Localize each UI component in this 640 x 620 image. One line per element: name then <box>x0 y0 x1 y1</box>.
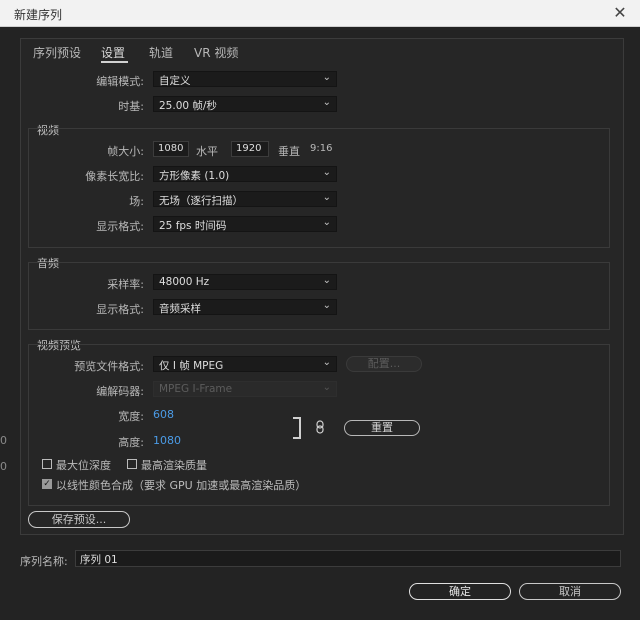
background-edge-text: 0 <box>0 460 7 473</box>
cancel-button[interactable]: 取消 <box>519 583 621 600</box>
chevron-down-icon: ⌄ <box>322 217 331 228</box>
preview-format-label: 预览文件格式: <box>74 360 144 373</box>
edit-mode-label: 编辑模式: <box>96 75 144 88</box>
sequence-name-label: 序列名称: <box>20 555 68 568</box>
chevron-down-icon: ⌄ <box>322 72 331 83</box>
frame-height-input[interactable]: 1920 <box>231 141 269 157</box>
max-bit-depth-label: 最大位深度 <box>56 459 111 472</box>
audio-display-format-select[interactable]: 音频采样 ⌄ <box>153 299 337 315</box>
audio-display-format-value: 音频采样 <box>159 303 201 315</box>
preview-height-value[interactable]: 1080 <box>153 434 181 447</box>
preview-format-select[interactable]: 仅 I 帧 MPEG ⌄ <box>153 356 337 372</box>
sample-rate-value: 48000 Hz <box>159 276 210 288</box>
codec-value: MPEG I-Frame <box>159 383 233 395</box>
pixel-aspect-label: 像素长宽比: <box>85 170 144 183</box>
chevron-down-icon: ⌄ <box>322 300 331 311</box>
linear-color-checkbox[interactable]: ✓ <box>42 479 52 489</box>
codec-select: MPEG I-Frame ⌄ <box>153 381 337 397</box>
max-bit-depth-checkbox[interactable] <box>42 459 52 469</box>
preview-height-label: 高度: <box>118 436 144 449</box>
close-icon[interactable]: ✕ <box>610 3 630 22</box>
fields-label: 场: <box>129 195 144 208</box>
frame-width-input[interactable]: 1080 <box>153 141 189 157</box>
preview-width-value[interactable]: 608 <box>153 408 174 421</box>
sample-rate-label: 采样率: <box>107 278 144 291</box>
chevron-down-icon: ⌄ <box>322 167 331 178</box>
tab-settings[interactable]: 设置 <box>101 44 125 61</box>
sequence-name-input[interactable]: 序列 01 <box>75 550 621 567</box>
fields-select[interactable]: 无场（逐行扫描） ⌄ <box>153 191 337 207</box>
chevron-down-icon: ⌄ <box>322 275 331 286</box>
timebase-select[interactable]: 25.00 帧/秒 ⌄ <box>153 96 337 112</box>
chevron-down-icon: ⌄ <box>322 97 331 108</box>
fields-value: 无场（逐行扫描） <box>159 195 243 207</box>
sample-rate-select[interactable]: 48000 Hz ⌄ <box>153 274 337 290</box>
tab-tracks[interactable]: 轨道 <box>149 44 173 61</box>
codec-label: 编解码器: <box>96 385 144 398</box>
video-display-format-select[interactable]: 25 fps 时间码 ⌄ <box>153 216 337 232</box>
vertical-label: 垂直 <box>278 145 300 158</box>
pixel-aspect-select[interactable]: 方形像素 (1.0) ⌄ <box>153 166 337 182</box>
link-bracket <box>293 417 301 439</box>
timebase-label: 时基: <box>118 100 144 113</box>
max-render-quality-checkbox[interactable] <box>127 459 137 469</box>
horizontal-label: 水平 <box>196 145 218 158</box>
chevron-down-icon: ⌄ <box>322 192 331 203</box>
window-title: 新建序列 <box>14 8 63 22</box>
link-icon-graphic <box>316 420 324 434</box>
video-display-format-label: 显示格式: <box>96 220 144 233</box>
pixel-aspect-value: 方形像素 (1.0) <box>159 170 230 182</box>
reset-button[interactable]: 重置 <box>344 420 420 436</box>
tab-active-indicator <box>101 61 128 63</box>
title-bar <box>0 0 640 27</box>
audio-section <box>28 262 610 330</box>
tab-sequence-presets[interactable]: 序列预设 <box>33 44 81 61</box>
frame-size-label: 帧大小: <box>107 145 144 158</box>
video-display-format-value: 25 fps 时间码 <box>159 220 227 232</box>
audio-display-format-label: 显示格式: <box>96 303 144 316</box>
edit-mode-value: 自定义 <box>159 75 191 87</box>
preview-width-label: 宽度: <box>118 410 144 423</box>
background-edge-text: 0 <box>0 434 7 447</box>
link-icon[interactable] <box>316 420 324 437</box>
chevron-down-icon: ⌄ <box>322 382 331 393</box>
tab-vr-video[interactable]: VR 视频 <box>194 44 238 61</box>
save-preset-button[interactable]: 保存预设... <box>28 511 130 528</box>
aspect-ratio-value: 9:16 <box>310 143 333 154</box>
preview-format-value: 仅 I 帧 MPEG <box>159 360 224 372</box>
configure-button[interactable]: 配置... <box>346 356 422 372</box>
ok-button[interactable]: 确定 <box>409 583 511 600</box>
edit-mode-select[interactable]: 自定义 ⌄ <box>153 71 337 87</box>
chevron-down-icon: ⌄ <box>322 357 331 368</box>
max-render-quality-label: 最高渲染质量 <box>141 459 207 472</box>
timebase-value: 25.00 帧/秒 <box>159 100 217 112</box>
linear-color-label: 以线性颜色合成（要求 GPU 加速或最高渲染品质） <box>56 479 307 492</box>
